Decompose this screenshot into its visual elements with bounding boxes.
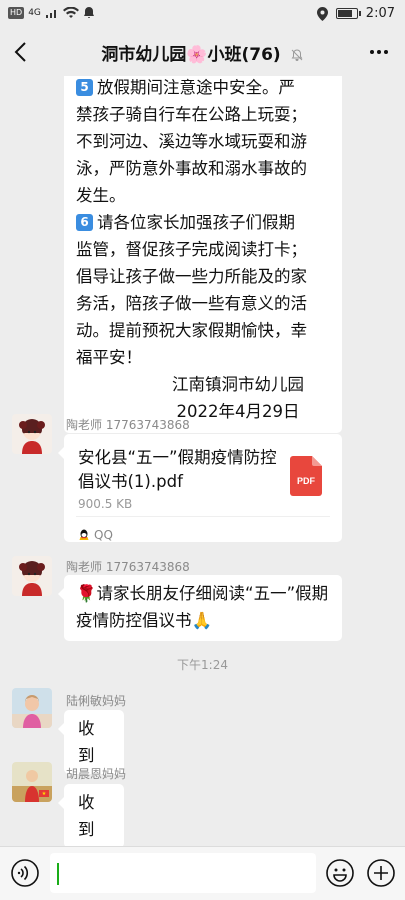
message-line: 务活，陪孩子做一些有意义的活 xyxy=(76,294,307,313)
file-name: 安化县“五一”假期疫情防控倡议书(1).pdf xyxy=(78,448,277,491)
more-options-icon[interactable] xyxy=(365,38,393,66)
avatar-teacher[interactable] xyxy=(12,414,52,454)
wifi-icon xyxy=(62,6,79,18)
keycap-6-icon: 6 xyxy=(76,214,93,231)
file-source: QQ xyxy=(78,522,113,549)
avatar-parent-1[interactable] xyxy=(12,688,52,728)
text-cursor xyxy=(57,863,59,885)
sender-name: 陶老师 17763743868 xyxy=(66,418,190,432)
avatar-teacher[interactable] xyxy=(12,556,52,596)
file-message-card[interactable]: 安化县“五一”假期疫情防控倡议书(1).pdf 900.5 KB PDF QQ xyxy=(58,434,342,542)
signal-icon xyxy=(45,9,56,18)
divider xyxy=(76,516,330,517)
message-bubble-reply[interactable]: 收到 xyxy=(58,784,124,846)
svg-text:★: ★ xyxy=(42,791,47,797)
message-bubble-notice[interactable]: 🌹请家长朋友仔细阅读“五一”假期疫情防控倡议书🙏 xyxy=(58,575,342,641)
signal-label: 4G xyxy=(28,7,41,18)
message-line: 福平安！ xyxy=(76,348,142,367)
location-icon xyxy=(316,6,328,21)
add-attachment-icon[interactable] xyxy=(366,858,396,888)
mute-bell-icon xyxy=(291,49,303,61)
pdf-file-icon: PDF xyxy=(290,456,322,496)
sender-name: 陶老师 17763743868 xyxy=(66,560,190,574)
message-line: 动。提前预祝大家假期愉快，幸 xyxy=(76,321,307,340)
pdf-icon-label: PDF xyxy=(297,476,316,486)
clock: 2:07 xyxy=(365,6,395,21)
qq-icon xyxy=(79,529,89,540)
avatar-parent-2[interactable]: ★ xyxy=(12,762,52,802)
message-timestamp: 下午1:24 xyxy=(177,658,228,672)
hd-badge: HD xyxy=(8,6,25,19)
chat-title: 洞市幼儿园🌸小班(76) xyxy=(0,40,405,65)
battery-icon xyxy=(335,8,361,19)
sender-name: 胡晨恩妈妈 xyxy=(66,767,127,781)
message-line: 禁孩子骑自行车在公路上玩耍； xyxy=(76,105,307,124)
message-line: 不到河边、溪边等水域玩耍和游 xyxy=(76,132,307,151)
group-name: 洞市幼儿园🌸小班(76) xyxy=(101,45,281,65)
message-line: 发生。 xyxy=(76,186,126,205)
message-line: 5 放假期间注意途中安全。严 xyxy=(76,76,330,101)
message-line: 监管，督促孩子完成阅读打卡； xyxy=(76,240,307,259)
voice-input-icon[interactable] xyxy=(10,858,40,888)
chat-header: 洞市幼儿园🌸小班(76) xyxy=(0,28,405,76)
message-line: 倡导让孩子做一些力所能及的家 xyxy=(76,267,307,286)
message-line: 6 请各位家长加强孩子们假期 xyxy=(76,209,330,236)
message-text-input[interactable] xyxy=(50,853,316,893)
signature: 江南镇洞市幼儿园 xyxy=(172,375,304,394)
sender-name: 陆俐敏妈妈 xyxy=(66,694,127,708)
message-line: 泳，严防意外事故和溺水事故的 xyxy=(76,159,307,178)
chat-messages[interactable]: 5 放假期间注意途中安全。严 禁孩子骑自行车在公路上玩耍； 不到河边、溪边等水域玩… xyxy=(0,76,405,846)
message-input-bar xyxy=(0,846,405,900)
status-bar: HD 4G 2:07 xyxy=(0,0,405,28)
message-bubble-notice-long[interactable]: 5 放假期间注意途中安全。严 禁孩子骑自行车在公路上玩耍； 不到河边、溪边等水域玩… xyxy=(64,76,342,433)
keycap-5-icon: 5 xyxy=(76,79,93,96)
emoji-icon[interactable] xyxy=(325,858,355,888)
file-size: 900.5 KB xyxy=(78,497,133,511)
notification-bell-icon xyxy=(83,7,94,18)
